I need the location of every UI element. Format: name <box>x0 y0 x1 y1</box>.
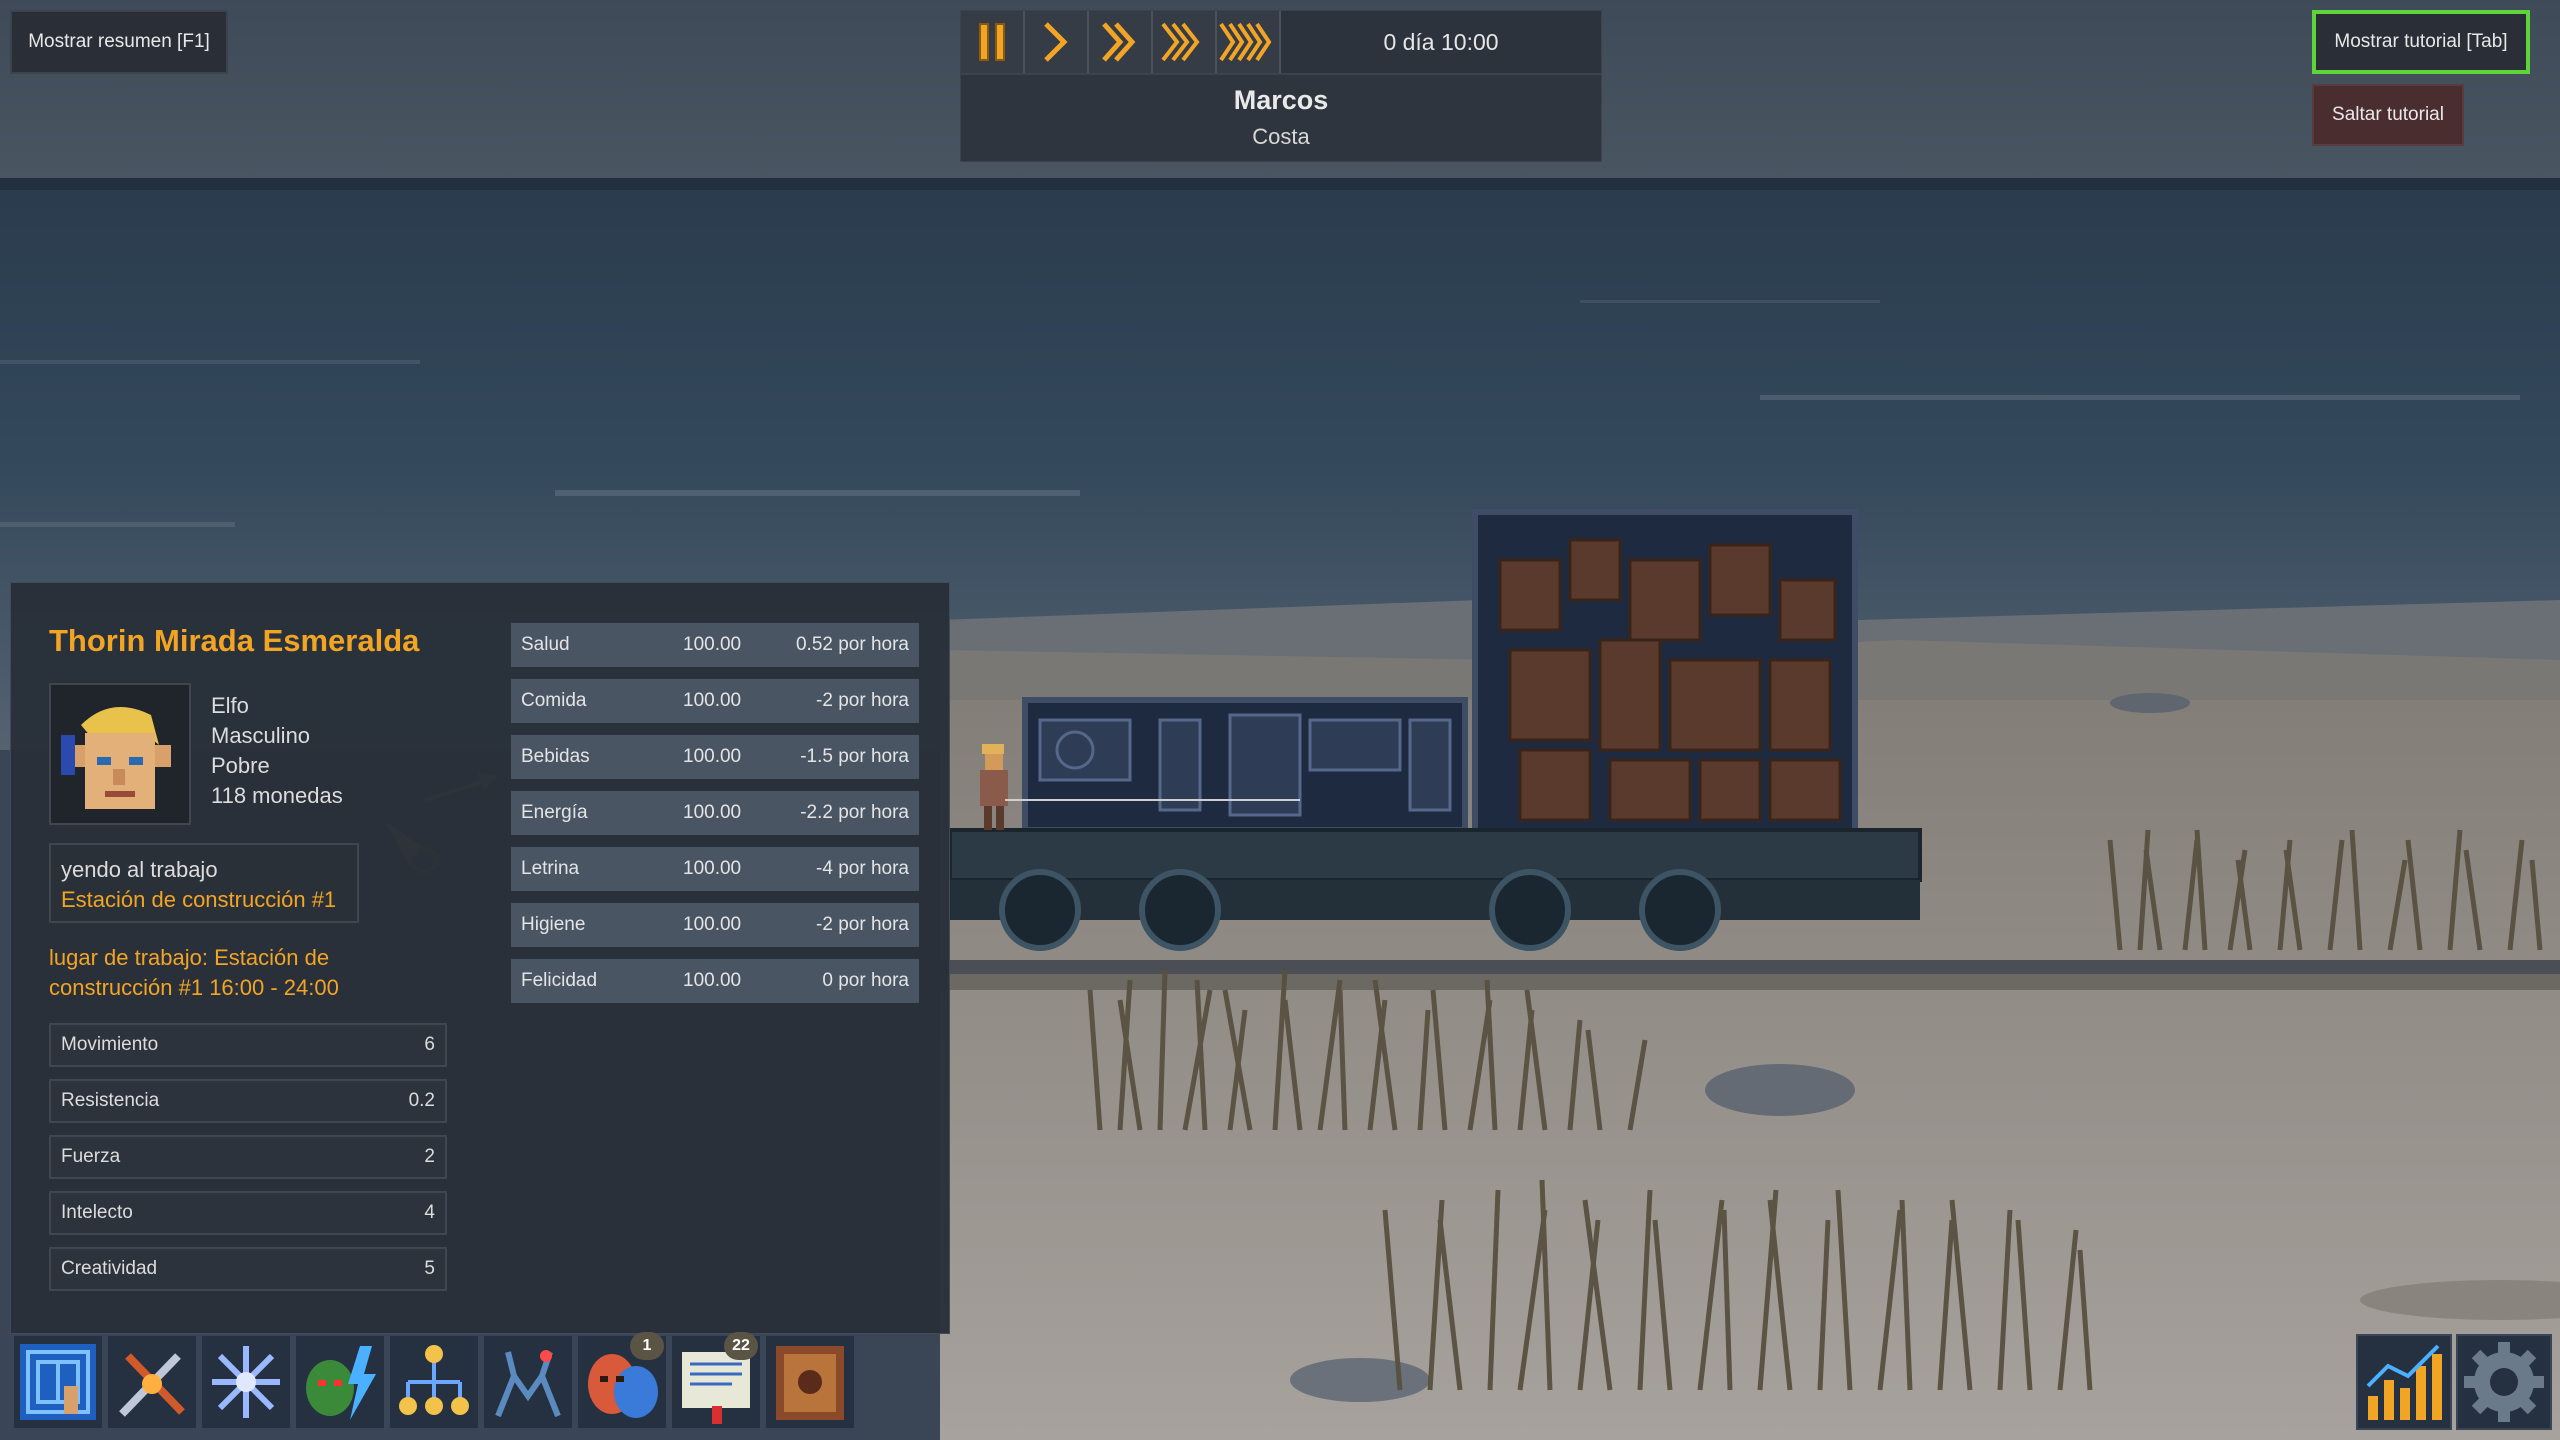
need-label: Energía <box>521 802 588 823</box>
statistics-icon <box>2366 1344 2442 1420</box>
hotbar-slot-documents[interactable]: 22 <box>670 1332 762 1430</box>
statistics-button[interactable] <box>2356 1334 2452 1430</box>
play-speed-button[interactable] <box>1025 11 1089 73</box>
character-portrait <box>49 683 191 825</box>
need-value: 100.00 <box>683 858 742 879</box>
stat-movement: Movimiento 6 <box>49 1023 447 1067</box>
pause-button[interactable] <box>961 11 1025 73</box>
creature-icon <box>495 1350 561 1418</box>
stat-value: 6 <box>424 1034 435 1055</box>
pause-icon <box>979 23 1005 61</box>
current-task-box[interactable]: yendo al trabajo Estación de construcció… <box>49 843 359 923</box>
hierarchy-icon <box>399 1345 469 1415</box>
stat-strength: Fuerza 2 <box>49 1135 447 1179</box>
hotbar-slot-tools[interactable] <box>106 1334 198 1430</box>
stat-creativity: Creatividad 5 <box>49 1247 447 1291</box>
need-value: 100.00 <box>683 914 742 935</box>
need-label: Comida <box>521 690 587 711</box>
need-value: 100.00 <box>683 746 742 767</box>
stat-value: 5 <box>424 1258 435 1279</box>
location-name: Marcos <box>1233 85 1329 115</box>
stat-label: Movimiento <box>61 1034 159 1055</box>
stat-label: Intelecto <box>61 1202 133 1223</box>
time-control-bar: 0 día 10:00 <box>960 10 1602 74</box>
need-label: Higiene <box>521 914 586 935</box>
faster-icon <box>1161 22 1200 62</box>
need-rate: -1.5 por hora <box>800 746 909 767</box>
blueprint-icon <box>20 1344 96 1420</box>
character-panel: Thorin Mirada Esmeralda Elfo Masculino P… <box>10 582 950 1334</box>
stat-value: 4 <box>424 1202 435 1223</box>
show-summary-button[interactable]: Mostrar resumen [F1] <box>10 10 228 74</box>
fastest-speed-button[interactable] <box>1217 11 1281 73</box>
character-wealth: Pobre <box>211 753 270 778</box>
need-label: Bebidas <box>521 746 590 767</box>
need-energy: Energía 100.00 -2.2 por hora <box>511 791 919 835</box>
character-coins: 118 monedas <box>211 783 343 808</box>
need-rate: -2 por hora <box>816 914 909 935</box>
settings-button[interactable] <box>2456 1334 2552 1430</box>
need-hygiene: Higiene 100.00 -2 por hora <box>511 903 919 947</box>
need-rate: -2.2 por hora <box>800 802 909 823</box>
leather-map-icon <box>776 1346 844 1420</box>
need-label: Felicidad <box>521 970 598 991</box>
fast-speed-button[interactable] <box>1089 11 1153 73</box>
task-target: Estación de construcción #1 <box>61 887 337 912</box>
location-panel: Marcos Costa <box>960 74 1602 162</box>
need-value: 100.00 <box>683 970 742 991</box>
hotbar-slot-creature[interactable] <box>482 1334 574 1430</box>
stat-label: Fuerza <box>61 1146 121 1167</box>
fastest-icon <box>1219 22 1272 62</box>
stat-label: Creatividad <box>61 1258 158 1279</box>
stat-intellect: Intelecto 4 <box>49 1191 447 1235</box>
tools-icon <box>119 1353 185 1417</box>
hotbar-slot-masks[interactable]: 1 <box>576 1332 668 1430</box>
hotbar-slot-snowflake[interactable] <box>200 1334 292 1430</box>
hotbar-slot-goblin[interactable] <box>294 1334 386 1430</box>
need-latrine: Letrina 100.00 -4 por hora <box>511 847 919 891</box>
hotbar-slot-hierarchy[interactable] <box>388 1334 480 1430</box>
show-tutorial-button[interactable]: Mostrar tutorial [Tab] <box>2312 10 2530 74</box>
location-subtitle: Costa <box>1252 124 1310 149</box>
need-food: Comida 100.00 -2 por hora <box>511 679 919 723</box>
notification-badge: 22 <box>724 1332 758 1360</box>
stat-resistance: Resistencia 0.2 <box>49 1079 447 1123</box>
hotbar-slot-map[interactable] <box>764 1334 856 1430</box>
need-rate: -2 por hora <box>816 690 909 711</box>
need-label: Letrina <box>521 858 580 879</box>
need-rate: -4 por hora <box>816 858 909 879</box>
goblin-lightning-icon <box>306 1346 376 1420</box>
need-value: 100.00 <box>683 690 742 711</box>
workplace-schedule: lugar de trabajo: Estación de construcci… <box>49 945 339 1000</box>
need-happiness: Felicidad 100.00 0 por hora <box>511 959 919 1003</box>
faster-speed-button[interactable] <box>1153 11 1217 73</box>
need-drinks: Bebidas 100.00 -1.5 por hora <box>511 735 919 779</box>
task-action: yendo al trabajo <box>61 857 218 882</box>
skip-tutorial-button[interactable]: Saltar tutorial <box>2312 84 2464 146</box>
stat-label: Resistencia <box>61 1090 160 1111</box>
hotbar-slot-blueprint[interactable] <box>12 1334 104 1430</box>
game-clock: 0 día 10:00 <box>1383 28 1499 55</box>
need-value: 100.00 <box>683 802 742 823</box>
notification-badge: 1 <box>630 1332 664 1360</box>
need-health: Salud 100.00 0.52 por hora <box>511 623 919 667</box>
need-rate: 0.52 por hora <box>795 634 909 655</box>
character-gender: Masculino <box>211 723 311 748</box>
fast-icon <box>1102 22 1136 62</box>
stat-value: 2 <box>424 1146 435 1167</box>
play-icon <box>1044 22 1068 62</box>
need-rate: 0 por hora <box>822 970 909 991</box>
stat-value: 0.2 <box>408 1090 435 1111</box>
settings-gear-icon <box>2464 1342 2544 1422</box>
elf-portrait-icon <box>51 685 189 823</box>
need-value: 100.00 <box>683 634 742 655</box>
need-label: Salud <box>521 634 570 655</box>
snowflake-icon <box>212 1346 280 1418</box>
character-name: Thorin Mirada Esmeralda <box>49 623 420 658</box>
character-race: Elfo <box>211 693 249 718</box>
